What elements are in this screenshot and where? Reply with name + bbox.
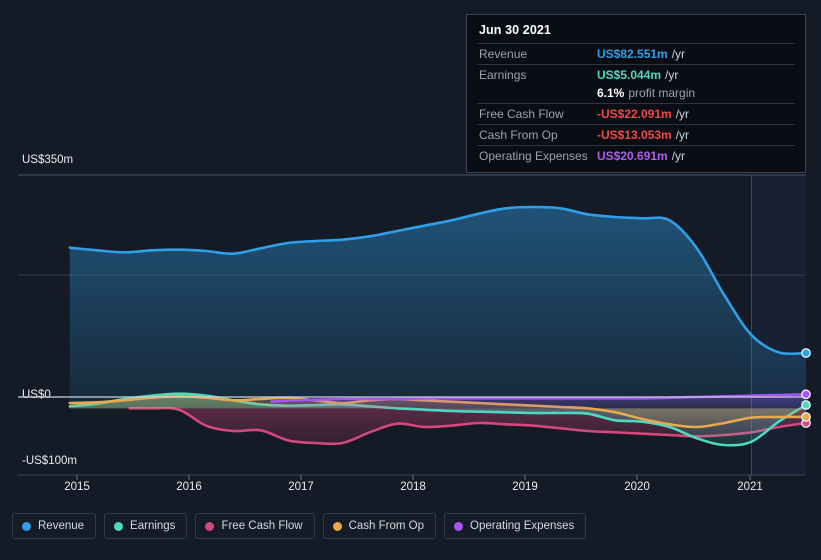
legend-dot-cash-from-op-icon — [332, 521, 342, 531]
chart-legend: Revenue Earnings Free Cash Flow Cash Fro… — [12, 513, 587, 539]
endpoint-marker-operating-expenses[interactable] — [801, 389, 811, 400]
legend-item-revenue[interactable]: Revenue — [12, 513, 97, 539]
endpoint-marker-cash-from-op[interactable] — [801, 412, 811, 422]
endpoint-marker-revenue[interactable] — [801, 348, 811, 358]
series-layer — [68, 205, 806, 447]
legend-label-cash-from-op: Cash From Op — [348, 520, 425, 532]
endpoint-marker-earnings[interactable] — [801, 400, 811, 410]
legend-item-earnings[interactable]: Earnings — [104, 513, 188, 539]
chart-plot[interactable] — [0, 0, 821, 500]
legend-item-free-cash-flow[interactable]: Free Cash Flow — [195, 513, 315, 539]
legend-item-cash-from-op[interactable]: Cash From Op — [322, 513, 437, 539]
legend-dot-revenue-icon — [22, 521, 31, 531]
legend-dot-free-cash-flow-icon — [205, 521, 215, 531]
legend-item-operating-expenses[interactable]: Operating Expenses — [444, 513, 587, 539]
legend-label-operating-expenses: Operating Expenses — [470, 520, 575, 532]
financial-chart-page: Jun 30 2021 Revenue US$82.551m /yr Earni… — [0, 0, 821, 560]
legend-label-free-cash-flow: Free Cash Flow — [221, 520, 303, 532]
area-revenue — [69, 207, 806, 409]
x-axis-ticks — [76, 475, 751, 480]
legend-label-earnings: Earnings — [130, 520, 176, 532]
legend-dot-operating-expenses-icon — [454, 521, 464, 531]
legend-label-revenue: Revenue — [38, 520, 85, 532]
legend-dot-earnings-icon — [114, 521, 124, 531]
